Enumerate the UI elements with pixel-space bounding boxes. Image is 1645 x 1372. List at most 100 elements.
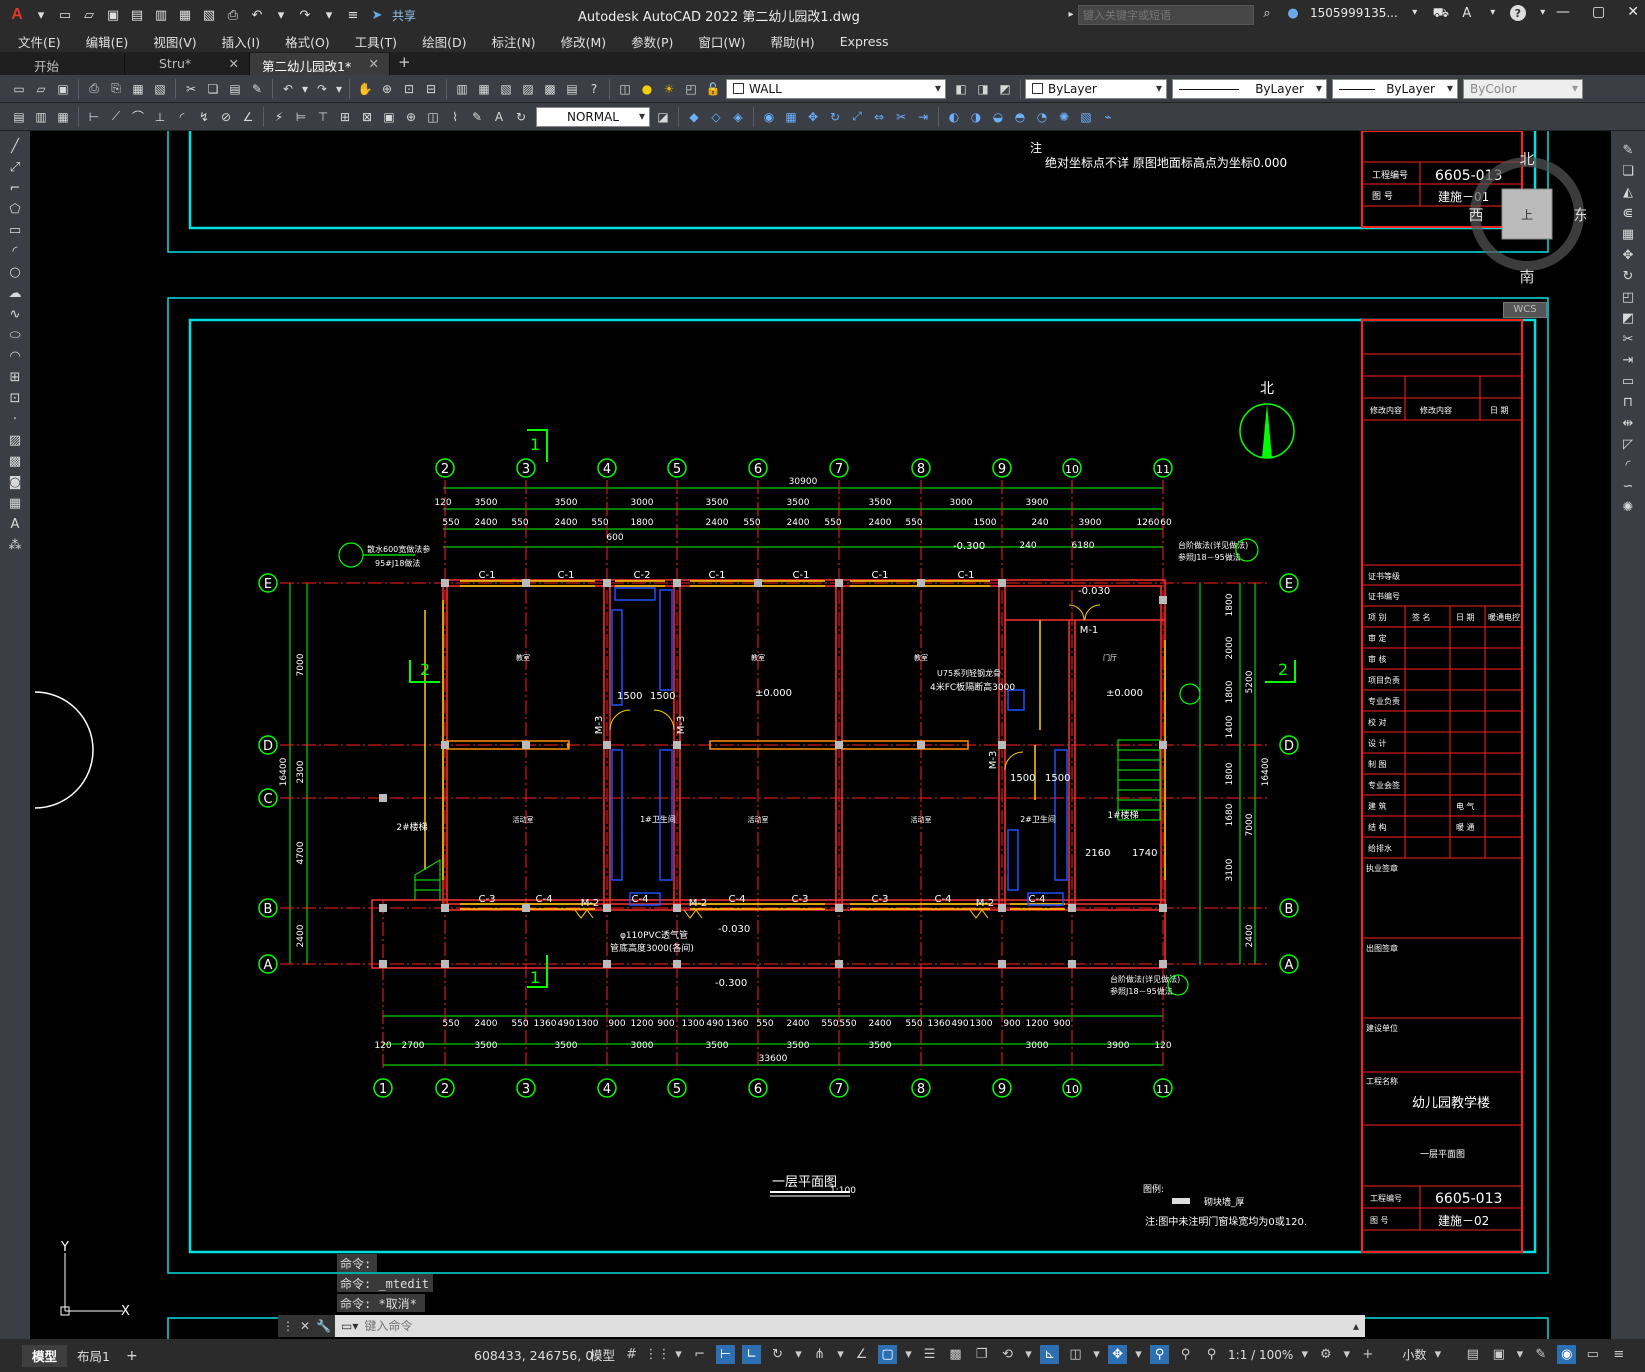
layer-viewport-icon[interactable]: ◰ [682, 80, 700, 98]
pan-icon[interactable]: ✋ [356, 80, 374, 98]
move-icon[interactable]: ✥ [1619, 246, 1637, 264]
snap-dropdown-icon[interactable]: ▾ [674, 1345, 683, 1364]
qnew-icon[interactable]: ▭ [10, 80, 28, 98]
gizmo-icon[interactable]: ✥ [1108, 1345, 1128, 1364]
menu-view[interactable]: 视图(V) [153, 32, 196, 51]
line-icon[interactable]: ╱ [6, 137, 24, 155]
tab-model[interactable]: 模型 [22, 1344, 68, 1367]
break-at-point-icon[interactable]: ▭ [1619, 372, 1637, 390]
lineweight-icon[interactable]: ☰ [920, 1345, 939, 1364]
isometric-icon[interactable]: ⋔ [810, 1345, 829, 1364]
menu-help[interactable]: 帮助(H) [771, 32, 815, 51]
spline-icon[interactable]: ∿ [6, 305, 24, 323]
workspace-icon[interactable]: ⚙ [1316, 1345, 1335, 1364]
customize-qat-icon[interactable]: ≡ [344, 6, 362, 24]
search-input[interactable] [1078, 5, 1254, 25]
dim-style-icon[interactable]: ▥ [32, 108, 50, 126]
copy-icon[interactable]: ❏ [204, 80, 222, 98]
save-as-icon[interactable]: ▤ [128, 6, 146, 24]
erase-icon[interactable]: ✎ [1619, 141, 1637, 159]
mirror-icon[interactable]: ◭ [1619, 183, 1637, 201]
dim-diameter-icon[interactable]: ⊘ [217, 108, 235, 126]
maximize-icon[interactable]: ▢ [1592, 4, 1605, 20]
join-icon[interactable]: ⇹ [1619, 414, 1637, 432]
selection-cycling-icon[interactable]: ❐ [972, 1345, 991, 1364]
customize-icon[interactable]: 🔧 [316, 1319, 331, 1333]
infer-constraints-icon[interactable]: ⌐ [690, 1345, 709, 1364]
lock-ui-dropdown-icon[interactable]: ▾ [1515, 1345, 1524, 1364]
model-space-button[interactable]: 模型 [590, 1345, 615, 1364]
layer-freeze-icon[interactable]: ☀ [660, 80, 678, 98]
fillet-icon[interactable]: ◓ [1011, 108, 1029, 126]
polar-icon[interactable]: ↻ [768, 1345, 787, 1364]
menu-insert[interactable]: 插入(I) [222, 32, 260, 51]
dim-jogged-icon[interactable]: ↯ [195, 108, 213, 126]
polyline-icon[interactable]: ⌐ [6, 179, 24, 197]
drawing-canvas[interactable]: 工程编号 6605-013 图 号 建施－01 注 绝对坐标点不详 原图地面标高… [30, 131, 1611, 1339]
undo-icon[interactable]: ↶ [248, 6, 266, 24]
plot-icon[interactable]: ⎙ [224, 6, 242, 24]
help-icon[interactable]: ? [1509, 5, 1526, 21]
quick-dim-icon[interactable]: ⚡ [270, 108, 288, 126]
dim-continue-icon[interactable]: ⊤ [314, 108, 332, 126]
cart-icon[interactable]: ⛟ [1432, 4, 1450, 22]
dim-space-icon[interactable]: ⊞ [336, 108, 354, 126]
user-name[interactable]: 1505999135... [1310, 6, 1398, 20]
units-dropdown-icon[interactable]: ▾ [1433, 1345, 1442, 1364]
scale-icon[interactable]: ◰ [1619, 288, 1637, 306]
workspace-dropdown-icon[interactable]: ▾ [1342, 1345, 1351, 1364]
quick-properties-icon[interactable]: ▤ [1463, 1345, 1482, 1364]
blend-icon[interactable]: ∽ [1619, 477, 1637, 495]
join-icon[interactable]: ◑ [967, 108, 985, 126]
layer-dropdown[interactable]: WALL ▾ [726, 78, 946, 99]
dim-style-manager-icon[interactable]: ◪ [654, 108, 672, 126]
isolate-objects-icon[interactable]: ✎ [1531, 1345, 1550, 1364]
explode-icon[interactable]: ✺ [1619, 498, 1637, 516]
menu-file[interactable]: 文件(E) [18, 32, 61, 51]
batch-icon[interactable]: ▧ [200, 6, 218, 24]
selection-filter-icon[interactable]: ◫ [1066, 1345, 1085, 1364]
gradient-icon[interactable]: ▩ [6, 452, 24, 470]
layer-lock-icon[interactable]: 🔓 [704, 80, 722, 98]
menu-edit[interactable]: 编辑(E) [86, 32, 129, 51]
rectangle-icon[interactable]: ▭ [6, 221, 24, 239]
dim-text-edit-icon[interactable]: A [490, 108, 508, 126]
dim-update-icon[interactable]: ↻ [512, 108, 530, 126]
new-icon[interactable]: ▭ [56, 6, 74, 24]
graphics-performance-icon[interactable]: ◉ [1557, 1345, 1577, 1364]
point-icon[interactable]: · [6, 410, 24, 428]
redo-icon[interactable]: ↷ [296, 6, 314, 24]
move-icon[interactable]: ✥ [804, 108, 822, 126]
share-label[interactable]: 共享 [392, 7, 416, 24]
clean-screen-icon[interactable]: ▭ [1583, 1345, 1602, 1364]
add-selected-icon[interactable]: ⁂ [6, 536, 24, 554]
center-mark-icon[interactable]: ⊕ [402, 108, 420, 126]
grip-icon[interactable]: ⋮ [282, 1319, 294, 1333]
tab-layout1[interactable]: 布局1 [67, 1345, 120, 1367]
match-properties-icon[interactable]: ✎ [248, 80, 266, 98]
save-web-icon[interactable]: ▥ [152, 6, 170, 24]
array-icon[interactable]: ▦ [782, 108, 800, 126]
menu-dimension[interactable]: 标注(N) [491, 32, 535, 51]
tab-stru[interactable]: Stru* ✕ [125, 53, 250, 75]
circle-icon[interactable]: ○ [6, 263, 24, 281]
object-snap-icon[interactable]: ▢ [878, 1345, 898, 1364]
ellipse-arc-icon[interactable]: ◠ [6, 347, 24, 365]
ellipse-icon[interactable]: ⬭ [6, 326, 24, 344]
undo-dropdown-icon[interactable]: ▾ [272, 6, 290, 24]
help-icon[interactable]: ? [585, 80, 603, 98]
dim-break-icon[interactable]: ⊠ [358, 108, 376, 126]
explode-icon[interactable]: ✺ [1055, 108, 1073, 126]
object-snap-tracking-icon[interactable]: ∠ [852, 1345, 871, 1364]
transparency-icon[interactable]: ▩ [946, 1345, 965, 1364]
rotate-icon[interactable]: ↻ [826, 108, 844, 126]
viewcube[interactable]: 上 北 南 东 西 [1468, 152, 1586, 292]
color-dropdown[interactable]: ByLayer ▾ [1025, 78, 1167, 99]
chamfer-icon[interactable]: ◸ [1619, 435, 1637, 453]
help-dropdown-icon[interactable]: ▾ [1534, 4, 1552, 22]
plot-preview-icon[interactable]: ⎘ [107, 80, 125, 98]
tab-current-drawing[interactable]: 第二幼儿园改1* ✕ [250, 53, 390, 75]
save-icon[interactable]: ▣ [54, 80, 72, 98]
dim-linear-icon[interactable]: ⊢ [85, 108, 103, 126]
undo-icon[interactable]: ↶ [279, 80, 297, 98]
